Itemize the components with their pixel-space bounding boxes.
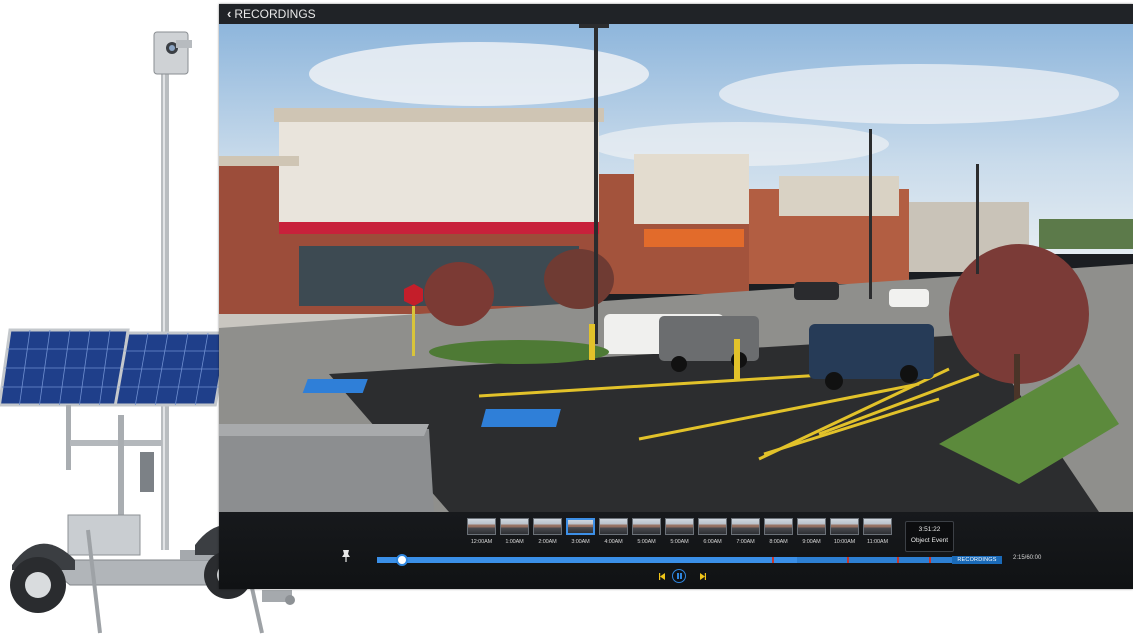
hour-thumbnail[interactable]: 5:00AM	[665, 518, 694, 545]
skip-forward-icon[interactable]	[698, 572, 707, 581]
timeline-progress	[377, 557, 797, 563]
thumbnail-image	[797, 518, 826, 535]
back-label: RECORDINGS	[234, 7, 316, 21]
thumbnail-time-label: 9:00AM	[802, 539, 821, 545]
pause-icon[interactable]	[672, 569, 686, 583]
thumbnail-time-label: 6:00AM	[703, 539, 722, 545]
thumbnail-time-label: 1:00AM	[505, 539, 524, 545]
recordings-player: ‹ RECORDINGS 12:00AM 1:00AM 2:00AM 3:00A…	[219, 4, 1133, 589]
thumbnail-time-label: 4:00AM	[604, 539, 623, 545]
event-time: 3:51:22	[918, 526, 941, 533]
hour-thumbnail[interactable]: 7:00AM	[731, 518, 760, 545]
hour-thumbnail[interactable]: 6:00AM	[698, 518, 727, 545]
video-frame[interactable]	[219, 24, 1133, 512]
pin-icon[interactable]	[340, 549, 352, 563]
hour-thumbnail[interactable]: 12:00AM	[467, 518, 496, 545]
playhead-handle[interactable]	[395, 554, 408, 566]
thumbnail-image	[632, 518, 661, 535]
playback-controls: 12:00AM 1:00AM 2:00AM 3:00AM 4:00AM 5:00AM 5:0…	[219, 512, 1133, 589]
recordings-segment-label: RECORDINGS	[952, 556, 1002, 564]
thumbnail-image	[863, 518, 892, 535]
thumbnail-time-label: 12:00AM	[470, 539, 493, 545]
event-marker[interactable]	[847, 557, 849, 563]
thumbnail-image	[731, 518, 760, 535]
thumbnail-image	[698, 518, 727, 535]
chevron-left-icon: ‹	[227, 6, 232, 21]
thumbnail-image	[830, 518, 859, 535]
event-marker[interactable]	[772, 557, 774, 563]
hour-thumbnail[interactable]: 5:00AM	[632, 518, 661, 545]
thumbnail-time-label: 3:00AM	[571, 539, 590, 545]
thumbnail-image	[599, 518, 628, 535]
hour-thumbnail[interactable]: 3:00AM	[566, 518, 595, 545]
hour-thumbnail[interactable]: 1:00AM	[500, 518, 529, 545]
thumbnail-time-label: 5:00AM	[637, 539, 656, 545]
camera-view-image	[219, 24, 1133, 512]
time-readout: 2:15/60:00	[1013, 555, 1042, 561]
thumbnail-time-label: 2:00AM	[538, 539, 557, 545]
thumbnail-time-label: 5:00AM	[670, 539, 689, 545]
hour-thumbnail[interactable]: 11:00AM	[863, 518, 892, 545]
thumbnail-image	[665, 518, 694, 535]
thumbnail-image	[500, 518, 529, 535]
thumbnail-time-label: 10:00AM	[833, 539, 856, 545]
hour-thumbnail[interactable]: 10:00AM	[830, 518, 859, 545]
thumbnail-image	[467, 518, 496, 535]
hour-thumbnail[interactable]: 2:00AM	[533, 518, 562, 545]
skip-back-icon[interactable]	[658, 572, 667, 581]
thumbnail-image	[764, 518, 793, 535]
hourly-thumbnail-strip: 12:00AM 1:00AM 2:00AM 3:00AM 4:00AM 5:00AM 5:0…	[467, 518, 892, 545]
event-tooltip: 3:51:22 Object Event	[905, 521, 954, 552]
thumbnail-time-label: 7:00AM	[736, 539, 755, 545]
thumbnail-image	[566, 518, 595, 535]
event-marker[interactable]	[897, 557, 899, 563]
event-label: Object Event	[910, 537, 949, 544]
hour-thumbnail[interactable]: 8:00AM	[764, 518, 793, 545]
timeline-scrubber[interactable]: RECORDINGS	[377, 556, 1002, 564]
thumbnail-time-label: 8:00AM	[769, 539, 788, 545]
player-header: ‹ RECORDINGS	[219, 4, 1133, 24]
hour-thumbnail[interactable]: 4:00AM	[599, 518, 628, 545]
thumbnail-time-label: 11:00AM	[867, 539, 888, 545]
event-marker[interactable]	[929, 557, 931, 563]
hour-thumbnail[interactable]: 9:00AM	[797, 518, 826, 545]
thumbnail-image	[533, 518, 562, 535]
back-to-recordings-button[interactable]: ‹ RECORDINGS	[227, 4, 316, 24]
